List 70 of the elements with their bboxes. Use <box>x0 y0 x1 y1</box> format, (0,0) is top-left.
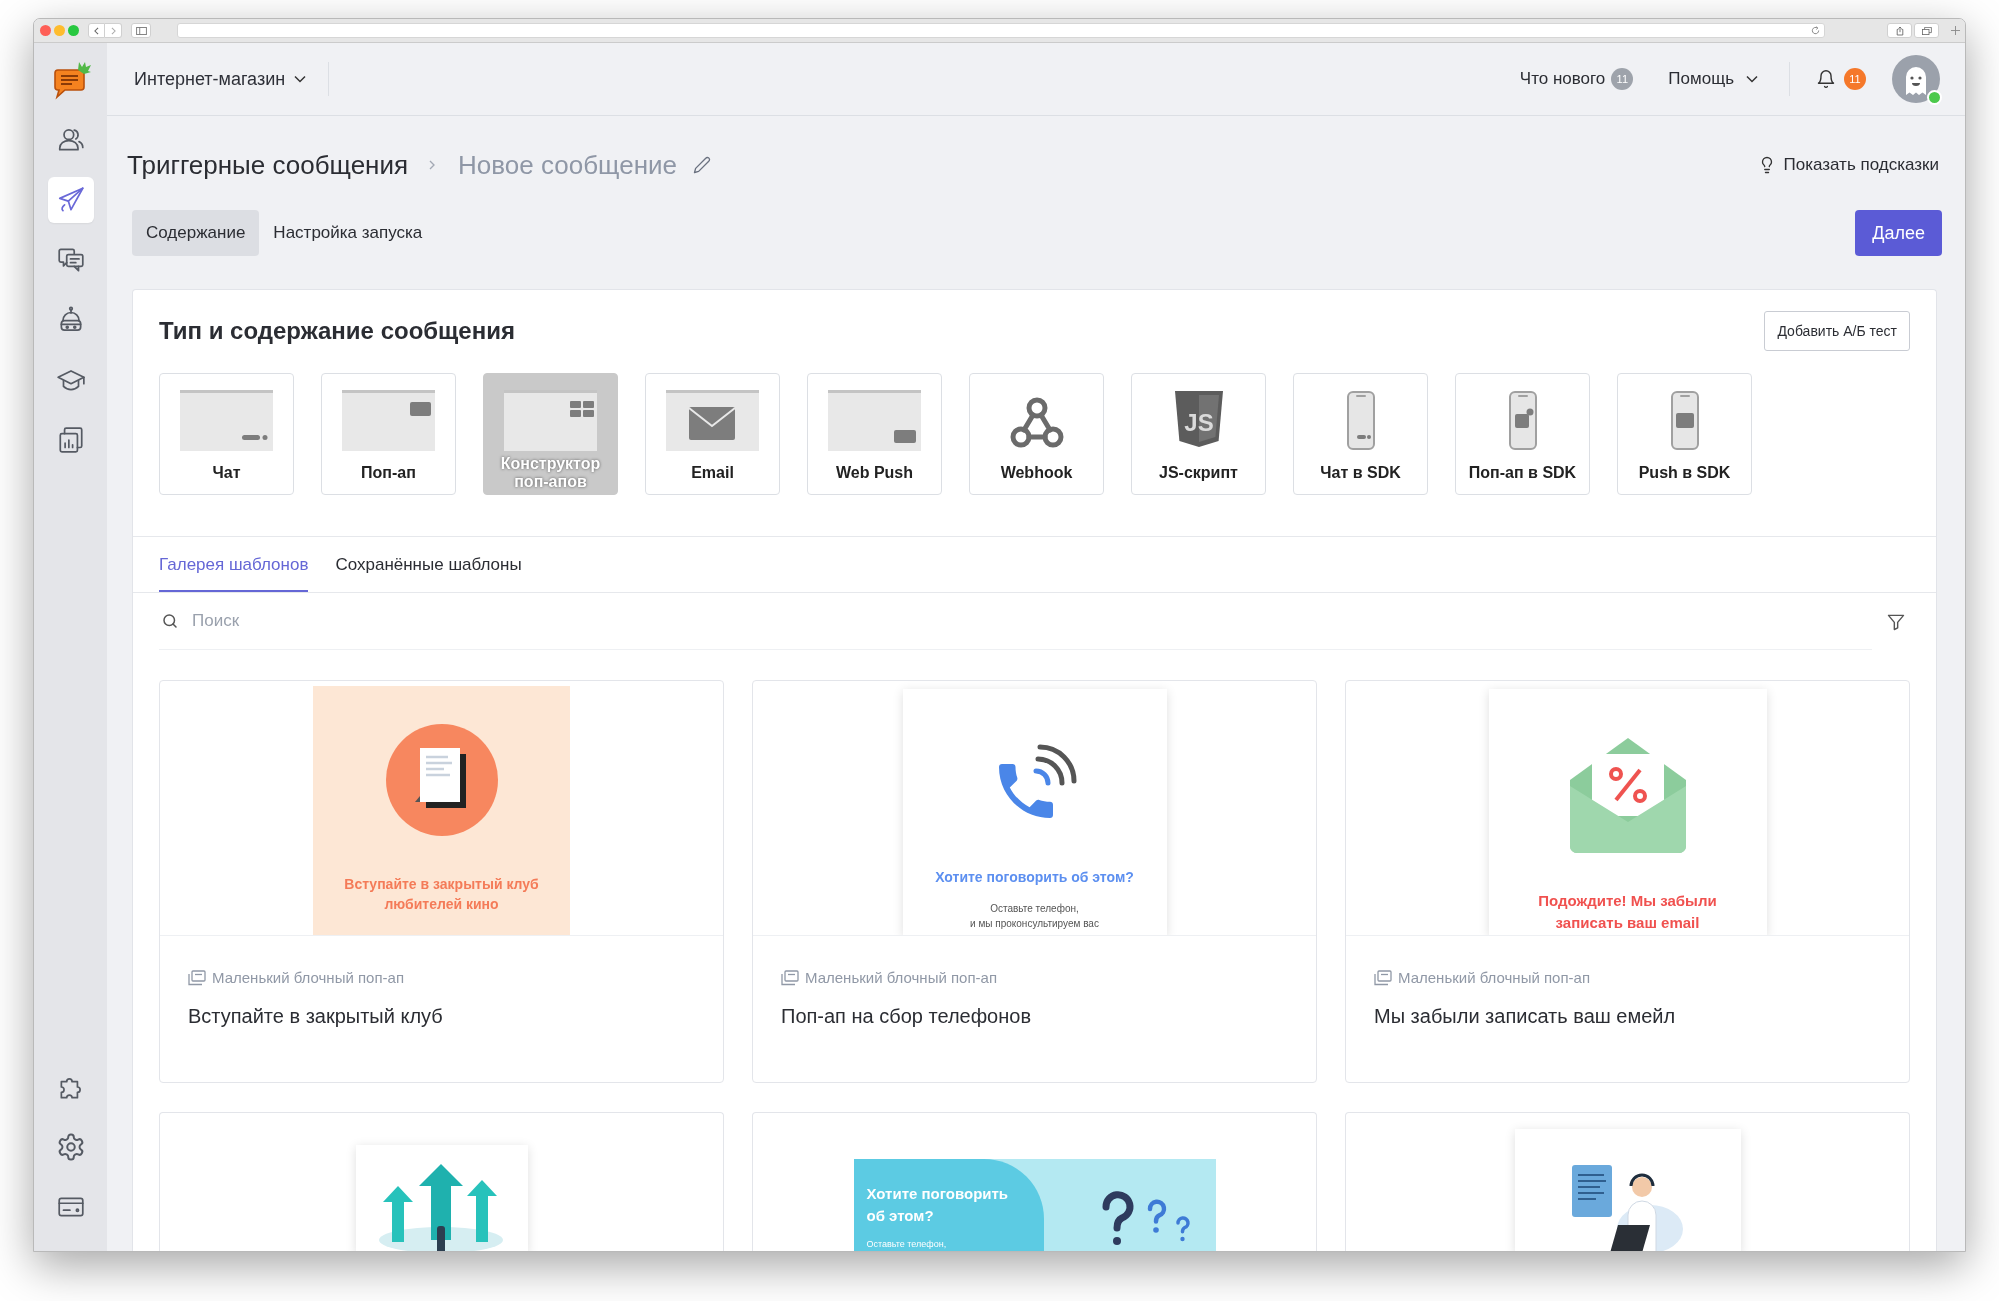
template-card[interactable]: Вступайте в закрытый клуб любителей кино Маленький блочный поп-ап Вступайте в закрытый клуб <box>159 680 724 1083</box>
sidebar-toggle-button[interactable] <box>131 23 151 38</box>
chevron-right-icon <box>110 26 116 35</box>
share-icon <box>1895 25 1904 36</box>
sidebar-panel-icon <box>135 26 147 35</box>
template-category: Маленький блочный поп-ап <box>212 968 404 988</box>
notification-badge: 11 <box>1844 68 1866 90</box>
tab[interactable]: Настройка запуска <box>259 210 437 256</box>
tab[interactable]: Содержание <box>132 210 260 256</box>
chevron-down-icon <box>1746 75 1758 83</box>
popup-type-icon <box>1374 970 1392 987</box>
message-type-tile[interactable]: Поп-ап <box>321 373 456 495</box>
section-title: Тип и содержание сообщения <box>159 316 515 346</box>
template-category: Маленький блочный поп-ап <box>805 968 997 988</box>
message-type-tile[interactable]: Поп-ап в SDK <box>1455 373 1590 495</box>
template-title: Вступайте в закрытый клуб <box>188 1003 444 1029</box>
back-button[interactable] <box>88 23 105 38</box>
plus-icon[interactable] <box>1951 26 1960 35</box>
template-card[interactable]: Подождите! Мы забыли записать ваш email Маленький блочный поп-ап Мы забыли записать ваш емейл <box>1345 680 1910 1083</box>
next-button[interactable]: Далее <box>1855 210 1942 256</box>
count-badge: 11 <box>1611 68 1634 90</box>
user-avatar[interactable] <box>1892 55 1940 103</box>
page-title: Новое сообщение <box>458 148 677 182</box>
reload-icon[interactable] <box>1811 26 1820 35</box>
whats-new-button[interactable]: Что нового 11 <box>1519 66 1634 92</box>
window-close-icon[interactable] <box>40 25 51 36</box>
breadcrumb-link[interactable]: Триггерные сообщения <box>127 145 409 185</box>
chat-bubbles-icon <box>55 245 86 275</box>
workspace-dropdown[interactable]: Интернет-магазин <box>134 65 307 93</box>
grid-window-icon <box>504 390 597 451</box>
pencil-icon[interactable] <box>693 156 711 174</box>
search-icon <box>161 612 179 630</box>
message-type-tile[interactable]: Чат в SDK <box>1293 373 1428 495</box>
chevron-left-icon <box>94 26 99 35</box>
tab-overview-button[interactable] <box>1914 23 1939 38</box>
template-category: Маленький блочный поп-ап <box>1398 968 1590 988</box>
share-button[interactable] <box>1887 23 1912 38</box>
template-card[interactable] <box>1345 1112 1910 1251</box>
ab-test-button[interactable]: Добавить А/Б тест <box>1764 311 1910 351</box>
template-card[interactable] <box>159 1112 724 1251</box>
popup-text: Оставьте телефон, и мы проконсультируем вас <box>970 902 1099 931</box>
popup-text: Оставьте телефон, <box>866 1238 948 1250</box>
search-field[interactable]: Поиск <box>192 606 1872 636</box>
popup-type-icon <box>188 970 206 987</box>
message-type-tile[interactable]: Webhook <box>969 373 1104 495</box>
template-title: Мы забыли записать ваш емейл <box>1374 1003 1677 1029</box>
template-card[interactable]: Хотите поговорить об этом? Оставьте телефон, и мы проконсультируем вас Маленький блочный поп-ап Поп-ап на сбор телефонов <box>752 680 1317 1083</box>
message-type-tile[interactable]: Push в SDK <box>1617 373 1752 495</box>
popup-heading: Подождите! Мы забыли записать ваш email <box>1538 891 1717 933</box>
tabs-icon <box>1921 26 1932 35</box>
popup-type-icon <box>781 970 799 987</box>
message-type-tile[interactable]: Web Push <box>807 373 942 495</box>
sidebar-nav-button[interactable] <box>47 177 94 223</box>
template-title: Поп-ап на сбор телефонов <box>781 1003 1033 1029</box>
popup-window-icon <box>342 390 435 451</box>
envelope-window-icon <box>666 390 759 451</box>
bell-icon[interactable] <box>1816 69 1836 89</box>
notification-window-icon <box>828 390 921 451</box>
gallery-tab[interactable]: Сохранённые шаблоны <box>335 537 522 592</box>
message-type-tile[interactable]: JS JS-скрипт <box>1131 373 1266 495</box>
popup-heading: Вступайте в закрытый клуб любителей кино <box>344 875 539 914</box>
gallery-tab[interactable]: Галерея шаблонов <box>159 537 309 592</box>
popup-heading: Хотите поговорить об этом? <box>935 868 1134 886</box>
help-dropdown[interactable]: Помощь <box>1668 66 1758 92</box>
chevron-down-icon <box>294 75 307 83</box>
message-type-tile[interactable]: Email <box>645 373 780 495</box>
message-type-tile[interactable]: Чат <box>159 373 294 495</box>
show-hints-link[interactable]: Показать подсказки <box>1757 152 1939 178</box>
popup-heading: Хотите поговорить об этом? <box>866 1184 1010 1226</box>
chat-widget-icon <box>180 390 273 451</box>
